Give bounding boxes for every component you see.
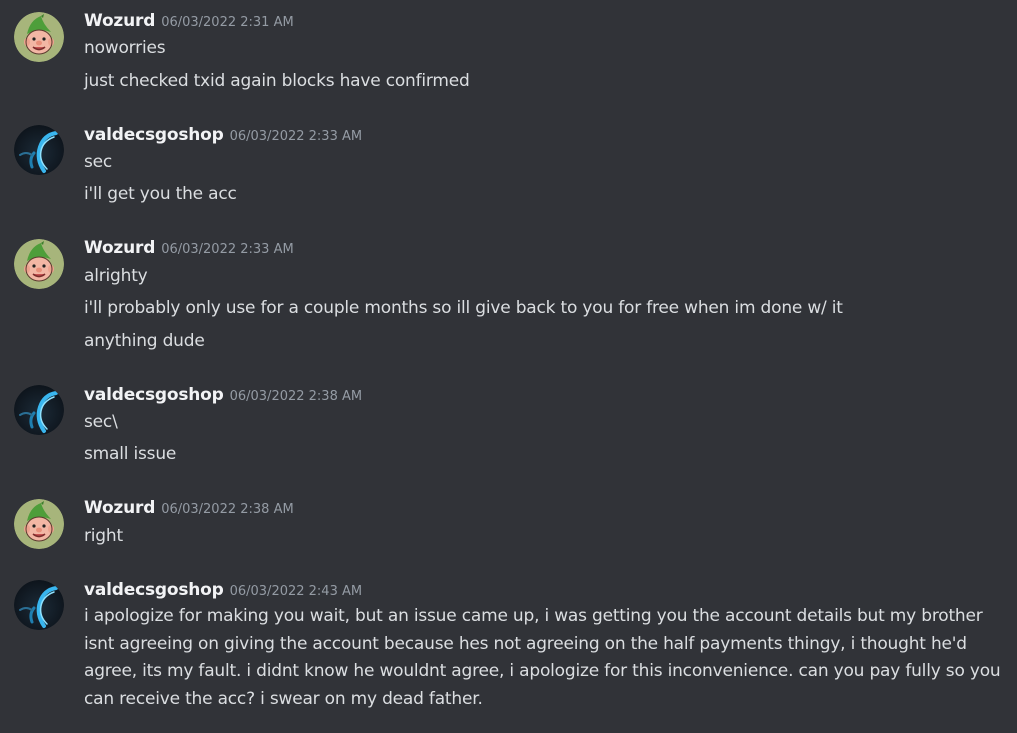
message-header: Wozurd 06/03/2022 2:33 AM <box>84 238 294 258</box>
message-header: Wozurd 06/03/2022 2:31 AM <box>84 11 294 31</box>
username[interactable]: Wozurd <box>84 238 155 258</box>
gnome-avatar-icon[interactable] <box>14 239 64 289</box>
message-text: small issue <box>84 444 177 464</box>
message-header: valdecsgoshop 06/03/2022 2:38 AM <box>84 385 362 405</box>
username[interactable]: valdecsgoshop <box>84 580 224 600</box>
blue-swirl-avatar-icon[interactable] <box>14 125 64 175</box>
timestamp: 06/03/2022 2:38 AM <box>229 389 363 404</box>
timestamp: 06/03/2022 2:33 AM <box>161 242 294 257</box>
message-header: valdecsgoshop 06/03/2022 2:33 AM <box>84 125 362 145</box>
username[interactable]: valdecsgoshop <box>84 385 224 405</box>
username[interactable]: valdecsgoshop <box>84 125 224 145</box>
timestamp: 06/03/2022 2:33 AM <box>229 129 363 144</box>
message-text: i apologize for making you wait, but an … <box>84 606 1001 709</box>
message-header: Wozurd 06/03/2022 2:38 AM <box>84 498 294 518</box>
gnome-avatar-icon[interactable] <box>14 12 64 62</box>
blue-swirl-avatar-icon[interactable] <box>14 580 64 630</box>
message-text: anything dude <box>84 331 205 351</box>
message-text: i'll probably only use for a couple mont… <box>84 298 843 318</box>
message-text: sec\ <box>84 412 118 432</box>
gnome-avatar-icon[interactable] <box>14 499 64 549</box>
message-header: valdecsgoshop 06/03/2022 2:43 AM <box>84 580 362 600</box>
blue-swirl-avatar-icon[interactable] <box>14 385 64 435</box>
message-text: right <box>84 526 123 546</box>
timestamp: 06/03/2022 2:43 AM <box>229 584 363 599</box>
timestamp: 06/03/2022 2:38 AM <box>161 502 294 517</box>
timestamp: 06/03/2022 2:31 AM <box>161 15 294 30</box>
username[interactable]: Wozurd <box>84 11 155 31</box>
message-text: sec <box>84 152 113 172</box>
message-text: just checked txid again blocks have conf… <box>84 71 470 91</box>
username[interactable]: Wozurd <box>84 498 155 518</box>
message-text: i'll get you the acc <box>84 184 237 204</box>
message-text: noworries <box>84 38 166 58</box>
message-text: alrighty <box>84 266 148 286</box>
